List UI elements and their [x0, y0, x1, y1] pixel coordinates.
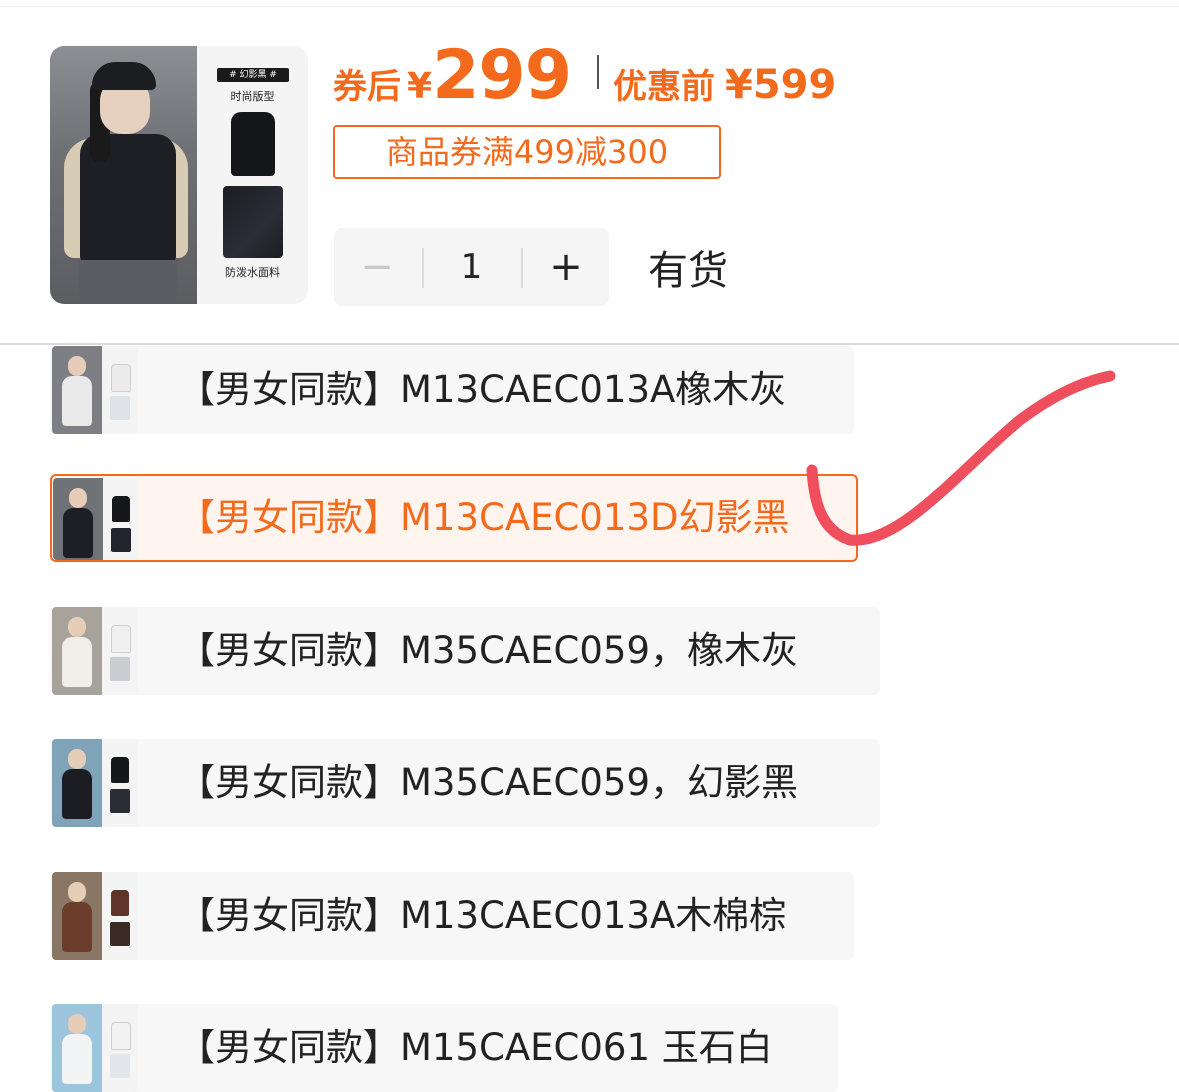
variant-label: 【男女同款】M35CAEC059，幻影黑: [178, 761, 798, 804]
coupon-badge: 商品券满499减300: [333, 125, 721, 179]
variant-option[interactable]: 【男女同款】M35CAEC059，橡木灰: [50, 607, 880, 695]
section-divider: [0, 343, 1179, 345]
product-image[interactable]: # 幻影黑 # 时尚版型 防泼水面料: [50, 46, 308, 304]
variant-option[interactable]: 【男女同款】M15CAEC061 玉石白: [50, 1004, 838, 1092]
variant-option[interactable]: 【男女同款】M13CAEC013A橡木灰: [50, 346, 854, 434]
increase-quantity-button[interactable]: +: [523, 228, 609, 306]
variant-thumbnail: [52, 872, 138, 960]
quantity-stepper: − 1 +: [334, 228, 609, 306]
before-discount-label: 优惠前: [613, 67, 716, 107]
variant-label: 【男女同款】M13CAEC013A木棉棕: [178, 894, 787, 937]
decrease-quantity-button[interactable]: −: [334, 228, 420, 306]
after-coupon-label: 券后: [333, 67, 401, 107]
product-photo: [50, 46, 197, 304]
variant-thumbnail: [52, 1004, 138, 1092]
product-detail-panel: # 幻影黑 # 时尚版型 防泼水面料: [197, 46, 308, 304]
vest-icon: [231, 112, 275, 176]
top-divider: [0, 6, 1179, 7]
after-coupon-price: 299: [432, 36, 572, 115]
variant-label: 【男女同款】M13CAEC013A橡木灰: [178, 368, 787, 411]
variant-thumbnail: [52, 607, 138, 695]
variant-label: 【男女同款】M35CAEC059，橡木灰: [178, 629, 798, 672]
before-discount-price: ¥599: [725, 62, 837, 108]
variant-thumbnail: [52, 739, 138, 827]
variant-label: 【男女同款】M13CAEC013D幻影黑: [178, 496, 790, 539]
variant-option[interactable]: 【男女同款】M13CAEC013A木棉棕: [50, 872, 854, 960]
price-divider: [597, 55, 600, 89]
variant-option[interactable]: 【男女同款】M35CAEC059，幻影黑: [50, 739, 880, 827]
price-line: 券后 ¥ 299 优惠前 ¥599: [333, 36, 837, 115]
variant-option-selected[interactable]: 【男女同款】M13CAEC013D幻影黑: [50, 474, 858, 562]
stock-status: 有货: [648, 248, 728, 294]
variant-label: 【男女同款】M15CAEC061 玉石白: [178, 1026, 773, 1069]
variant-thumbnail: [52, 346, 138, 434]
thumb-caption-bottom: 防泼水面料: [225, 266, 280, 279]
fabric-swatch: [223, 186, 283, 258]
variant-thumbnail: [53, 478, 139, 560]
thumb-caption-top: 时尚版型: [230, 90, 275, 103]
quantity-value[interactable]: 1: [424, 228, 519, 306]
currency-symbol: ¥: [407, 66, 433, 107]
thumb-color-tag: # 幻影黑 #: [217, 68, 289, 82]
